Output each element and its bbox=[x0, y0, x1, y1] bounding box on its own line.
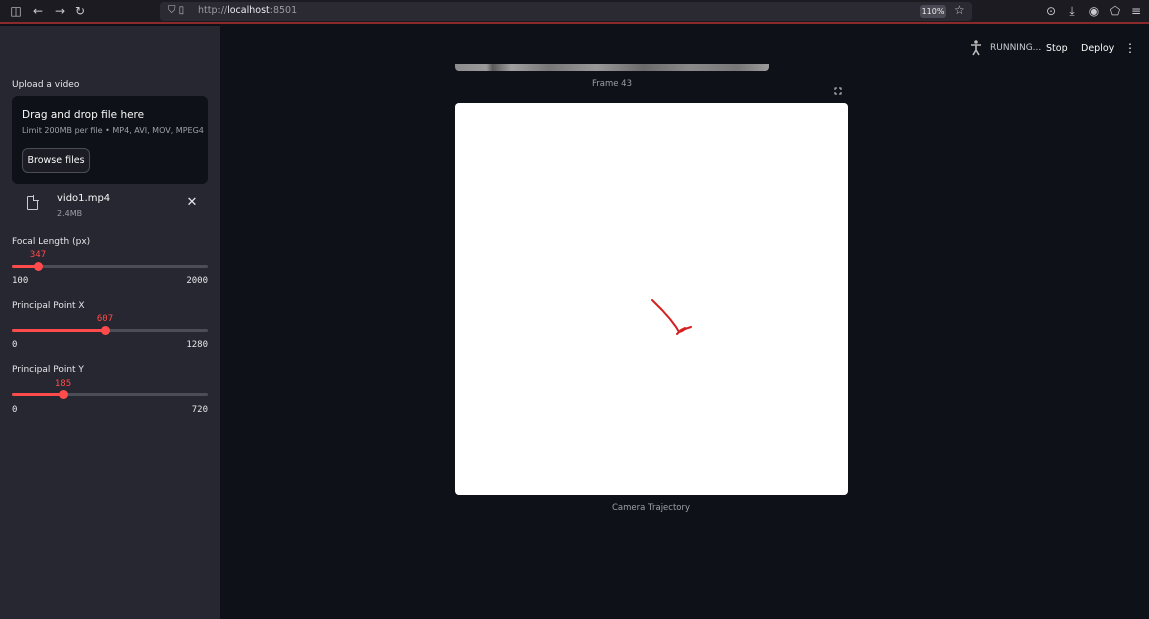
principal-y-label: Principal Point Y bbox=[12, 365, 84, 375]
principal-x-slider[interactable] bbox=[12, 326, 208, 335]
sidebar-toggle-icon[interactable]: ◫ bbox=[8, 3, 24, 19]
fullscreen-icon[interactable] bbox=[832, 85, 844, 97]
principal-x-min: 0 bbox=[12, 340, 18, 350]
principal-x-value: 607 bbox=[96, 314, 114, 324]
principal-y-min: 0 bbox=[12, 405, 18, 415]
focal-length-value: 347 bbox=[29, 250, 47, 260]
zoom-badge[interactable]: 110% bbox=[920, 5, 946, 18]
focal-length-max: 2000 bbox=[186, 276, 208, 286]
deploy-button[interactable]: Deploy bbox=[1081, 43, 1114, 54]
focal-length-thumb[interactable] bbox=[33, 262, 43, 271]
focal-length-label: Focal Length (px) bbox=[12, 237, 91, 247]
uploaded-file-size: 2.4MB bbox=[57, 209, 83, 218]
download-icon[interactable]: ⤓ bbox=[1064, 3, 1080, 19]
pocket-icon[interactable]: ⊙ bbox=[1043, 3, 1059, 19]
video-frame-image bbox=[455, 64, 769, 71]
main-menu-icon[interactable]: ⋮ bbox=[1124, 41, 1136, 55]
file-icon bbox=[27, 195, 39, 210]
running-man-icon bbox=[970, 40, 982, 56]
principal-x-max: 1280 bbox=[186, 340, 208, 350]
browse-files-button[interactable]: Browse files bbox=[22, 148, 90, 173]
dropzone-title: Drag and drop file here bbox=[22, 109, 145, 121]
upload-label: Upload a video bbox=[12, 80, 80, 90]
trajectory-svg bbox=[651, 299, 692, 335]
account-icon[interactable]: ◉ bbox=[1086, 3, 1102, 19]
url-text: http://localhost:8501 bbox=[198, 5, 298, 16]
plot-caption: Camera Trajectory bbox=[611, 503, 691, 513]
focal-length-min: 100 bbox=[12, 276, 29, 286]
stop-button[interactable]: Stop bbox=[1046, 43, 1068, 54]
principal-x-thumb[interactable] bbox=[100, 326, 110, 335]
trajectory-line bbox=[651, 299, 692, 335]
dropzone-limit: Limit 200MB per file • MP4, AVI, MOV, MP… bbox=[22, 126, 204, 135]
running-status: RUNNING... bbox=[990, 43, 1042, 53]
principal-y-fill bbox=[12, 393, 63, 396]
back-icon[interactable]: ← bbox=[30, 3, 46, 19]
principal-y-thumb[interactable] bbox=[58, 390, 68, 399]
shield-icon: ⛉ ▯ bbox=[168, 5, 185, 16]
principal-y-value: 185 bbox=[54, 379, 72, 389]
url-bar[interactable]: ⛉ ▯ http://localhost:8501 110% ☆ bbox=[160, 2, 972, 21]
file-dropzone[interactable]: Drag and drop file here Limit 200MB per … bbox=[12, 96, 208, 184]
uploaded-file-name: vido1.mp4 bbox=[57, 193, 111, 204]
principal-x-fill bbox=[12, 329, 105, 332]
focal-length-slider[interactable] bbox=[12, 262, 208, 271]
principal-x-label: Principal Point X bbox=[12, 301, 85, 311]
browser-toolbar: ◫ ← → ↻ ⛉ ▯ http://localhost:8501 110% ☆… bbox=[0, 0, 1149, 24]
reload-icon[interactable]: ↻ bbox=[72, 3, 88, 19]
camera-trajectory-plot bbox=[455, 103, 848, 495]
remove-file-icon[interactable]: ✕ bbox=[185, 196, 199, 210]
bookmark-star-icon[interactable]: ☆ bbox=[954, 3, 965, 17]
sidebar: Upload a video Drag and drop file here L… bbox=[0, 26, 220, 619]
forward-icon[interactable]: → bbox=[52, 3, 68, 19]
principal-y-max: 720 bbox=[191, 405, 208, 415]
principal-y-slider[interactable] bbox=[12, 390, 208, 399]
extensions-icon[interactable]: ⬠ bbox=[1107, 3, 1123, 19]
menu-icon[interactable]: ≡ bbox=[1128, 3, 1144, 19]
frame-caption: Frame 43 bbox=[591, 79, 633, 89]
